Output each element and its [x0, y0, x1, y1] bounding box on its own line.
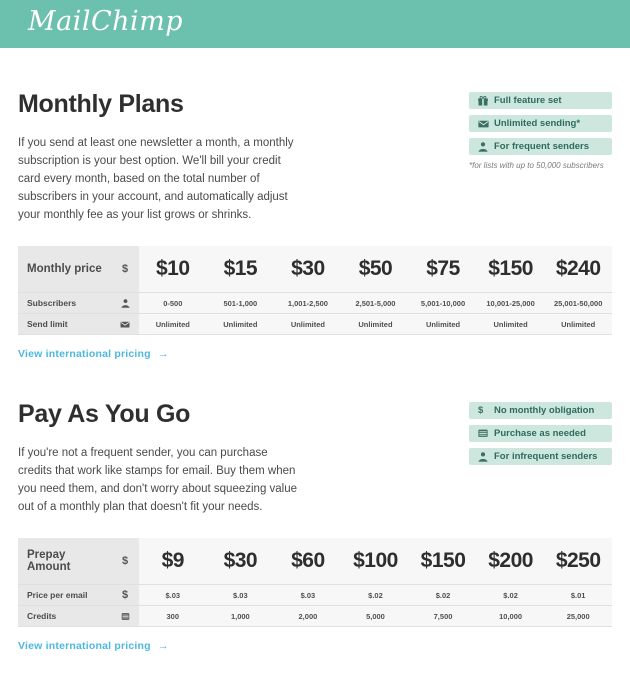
- row-label-subscribers: Subscribers: [18, 292, 111, 314]
- price-cell: $250: [544, 538, 612, 585]
- dollar-icon: $: [111, 538, 139, 585]
- payg-pricing-table: Prepay Amount $ $9 $30 $60 $100 $150 $20…: [18, 538, 612, 627]
- subscribers-cell: 1,001-2,500: [274, 292, 342, 314]
- gift-icon: [478, 95, 491, 106]
- price-cell: $200: [476, 538, 545, 585]
- credits-cell: 7,500: [409, 605, 477, 627]
- credits-cell: 5,000: [341, 605, 410, 627]
- send-limit-cell: Unlimited: [139, 313, 207, 335]
- table-row-subscribers: Subscribers 0-500 501-1,000 1,001-2,500 …: [18, 292, 612, 314]
- price-cell: $50: [341, 246, 410, 293]
- price-per-email-cell: $.03: [139, 584, 207, 606]
- badge-for-frequent-senders: For frequent senders: [469, 138, 612, 155]
- badge-label: Full feature set: [494, 95, 562, 106]
- mailchimp-logo[interactable]: MailChimp: [28, 6, 183, 37]
- badge-label: No monthly obligation: [494, 405, 595, 416]
- dollar-icon: $: [111, 246, 139, 293]
- send-limit-cell: Unlimited: [409, 313, 477, 335]
- site-header: MailChimp: [0, 0, 630, 48]
- person-icon: [478, 141, 491, 152]
- payg-international-pricing-link[interactable]: View international pricing →: [18, 640, 169, 652]
- send-limit-cell: Unlimited: [274, 313, 342, 335]
- credits-icon: [111, 605, 139, 627]
- price-per-email-cell: $.03: [206, 584, 275, 606]
- dollar-icon: $: [478, 405, 484, 416]
- price-per-email-cell: $.02: [409, 584, 477, 606]
- price-cell: $15: [206, 246, 275, 293]
- price-cell: $9: [139, 538, 207, 585]
- price-cell: $10: [139, 246, 207, 293]
- send-limit-cell: Unlimited: [341, 313, 410, 335]
- row-label-prepay-amount: Prepay Amount: [18, 538, 111, 585]
- subscribers-cell: 5,001-10,000: [409, 292, 477, 314]
- envelope-icon: [111, 313, 139, 335]
- price-cell: $240: [544, 246, 612, 293]
- row-label-credits: Credits: [18, 605, 111, 627]
- price-cell: $30: [206, 538, 275, 585]
- page-content: Monthly Plans If you send at least one n…: [0, 48, 630, 654]
- badge-label: Unlimited sending*: [494, 118, 581, 129]
- person-icon: [478, 451, 491, 462]
- arrow-right-icon: →: [157, 640, 169, 652]
- subscribers-cell: 2,501-5,000: [341, 292, 410, 314]
- badge-label: Purchase as needed: [494, 428, 586, 439]
- price-cell: $100: [341, 538, 410, 585]
- badge-full-feature-set: Full feature set: [469, 92, 612, 109]
- price-cell: $150: [409, 538, 477, 585]
- badge-label: For frequent senders: [494, 141, 590, 152]
- credits-cell: 1,000: [206, 605, 275, 627]
- credits-cell: 25,000: [544, 605, 612, 627]
- badge-purchase-as-needed: Purchase as needed: [469, 425, 612, 442]
- price-per-email-cell: $.01: [544, 584, 612, 606]
- credits-cell: 300: [139, 605, 207, 627]
- card-icon: [478, 429, 491, 438]
- credits-cell: 2,000: [274, 605, 342, 627]
- price-per-email-cell: $.03: [274, 584, 342, 606]
- monthly-footnote: *for lists with up to 50,000 subscribers: [469, 161, 604, 170]
- badge-for-infrequent-senders: For infrequent senders: [469, 448, 612, 465]
- badge-label: For infrequent senders: [494, 451, 598, 462]
- link-label: View international pricing: [18, 640, 151, 652]
- row-label-send-limit: Send limit: [18, 313, 111, 335]
- price-cell: $60: [274, 538, 342, 585]
- badge-unlimited-sending: Unlimited sending*: [469, 115, 612, 132]
- monthly-plans-section: Monthly Plans If you send at least one n…: [18, 48, 612, 362]
- price-per-email-cell: $.02: [341, 584, 410, 606]
- price-cell: $30: [274, 246, 342, 293]
- price-per-email-cell: $.02: [476, 584, 545, 606]
- monthly-badge-list: Full feature set Unlimited sending* For …: [469, 92, 612, 170]
- price-cell: $150: [476, 246, 545, 293]
- subscribers-cell: 0-500: [139, 292, 207, 314]
- person-icon: [111, 292, 139, 314]
- envelope-icon: [478, 120, 491, 128]
- subscribers-cell: 10,001-25,000: [476, 292, 545, 314]
- send-limit-cell: Unlimited: [544, 313, 612, 335]
- price-cell: $75: [409, 246, 477, 293]
- pay-as-you-go-section: Pay As You Go If you're not a frequent s…: [18, 362, 612, 654]
- table-row-send-limit: Send limit Unlimited Unlimited Unlimited…: [18, 313, 612, 335]
- table-row-prepay-amount: Prepay Amount $ $9 $30 $60 $100 $150 $20…: [18, 538, 612, 585]
- link-label: View international pricing: [18, 348, 151, 360]
- arrow-right-icon: →: [157, 348, 169, 360]
- credits-cell: 10,000: [476, 605, 545, 627]
- subscribers-cell: 501-1,000: [206, 292, 275, 314]
- table-row-credits: Credits 300 1,000 2,000 5,000 7,500 10,0…: [18, 605, 612, 627]
- monthly-description: If you send at least one newsletter a mo…: [18, 137, 294, 221]
- send-limit-cell: Unlimited: [476, 313, 545, 335]
- payg-badge-list: $ No monthly obligation Purchase as need…: [469, 402, 612, 471]
- monthly-pricing-table: Monthly price $ $10 $15 $30 $50 $75 $150…: [18, 246, 612, 335]
- table-row-price-per-email: Price per email $ $.03 $.03 $.03 $.02 $.…: [18, 584, 612, 606]
- send-limit-cell: Unlimited: [206, 313, 275, 335]
- badge-no-monthly-obligation: $ No monthly obligation: [469, 402, 612, 419]
- subscribers-cell: 25,001-50,000: [544, 292, 612, 314]
- monthly-international-pricing-link[interactable]: View international pricing →: [18, 348, 169, 360]
- table-row-monthly-price: Monthly price $ $10 $15 $30 $50 $75 $150…: [18, 246, 612, 293]
- payg-description: If you're not a frequent sender, you can…: [18, 447, 298, 513]
- dollar-icon: $: [111, 584, 139, 606]
- row-label-monthly-price: Monthly price: [18, 246, 111, 293]
- row-label-price-per-email: Price per email: [18, 584, 111, 606]
